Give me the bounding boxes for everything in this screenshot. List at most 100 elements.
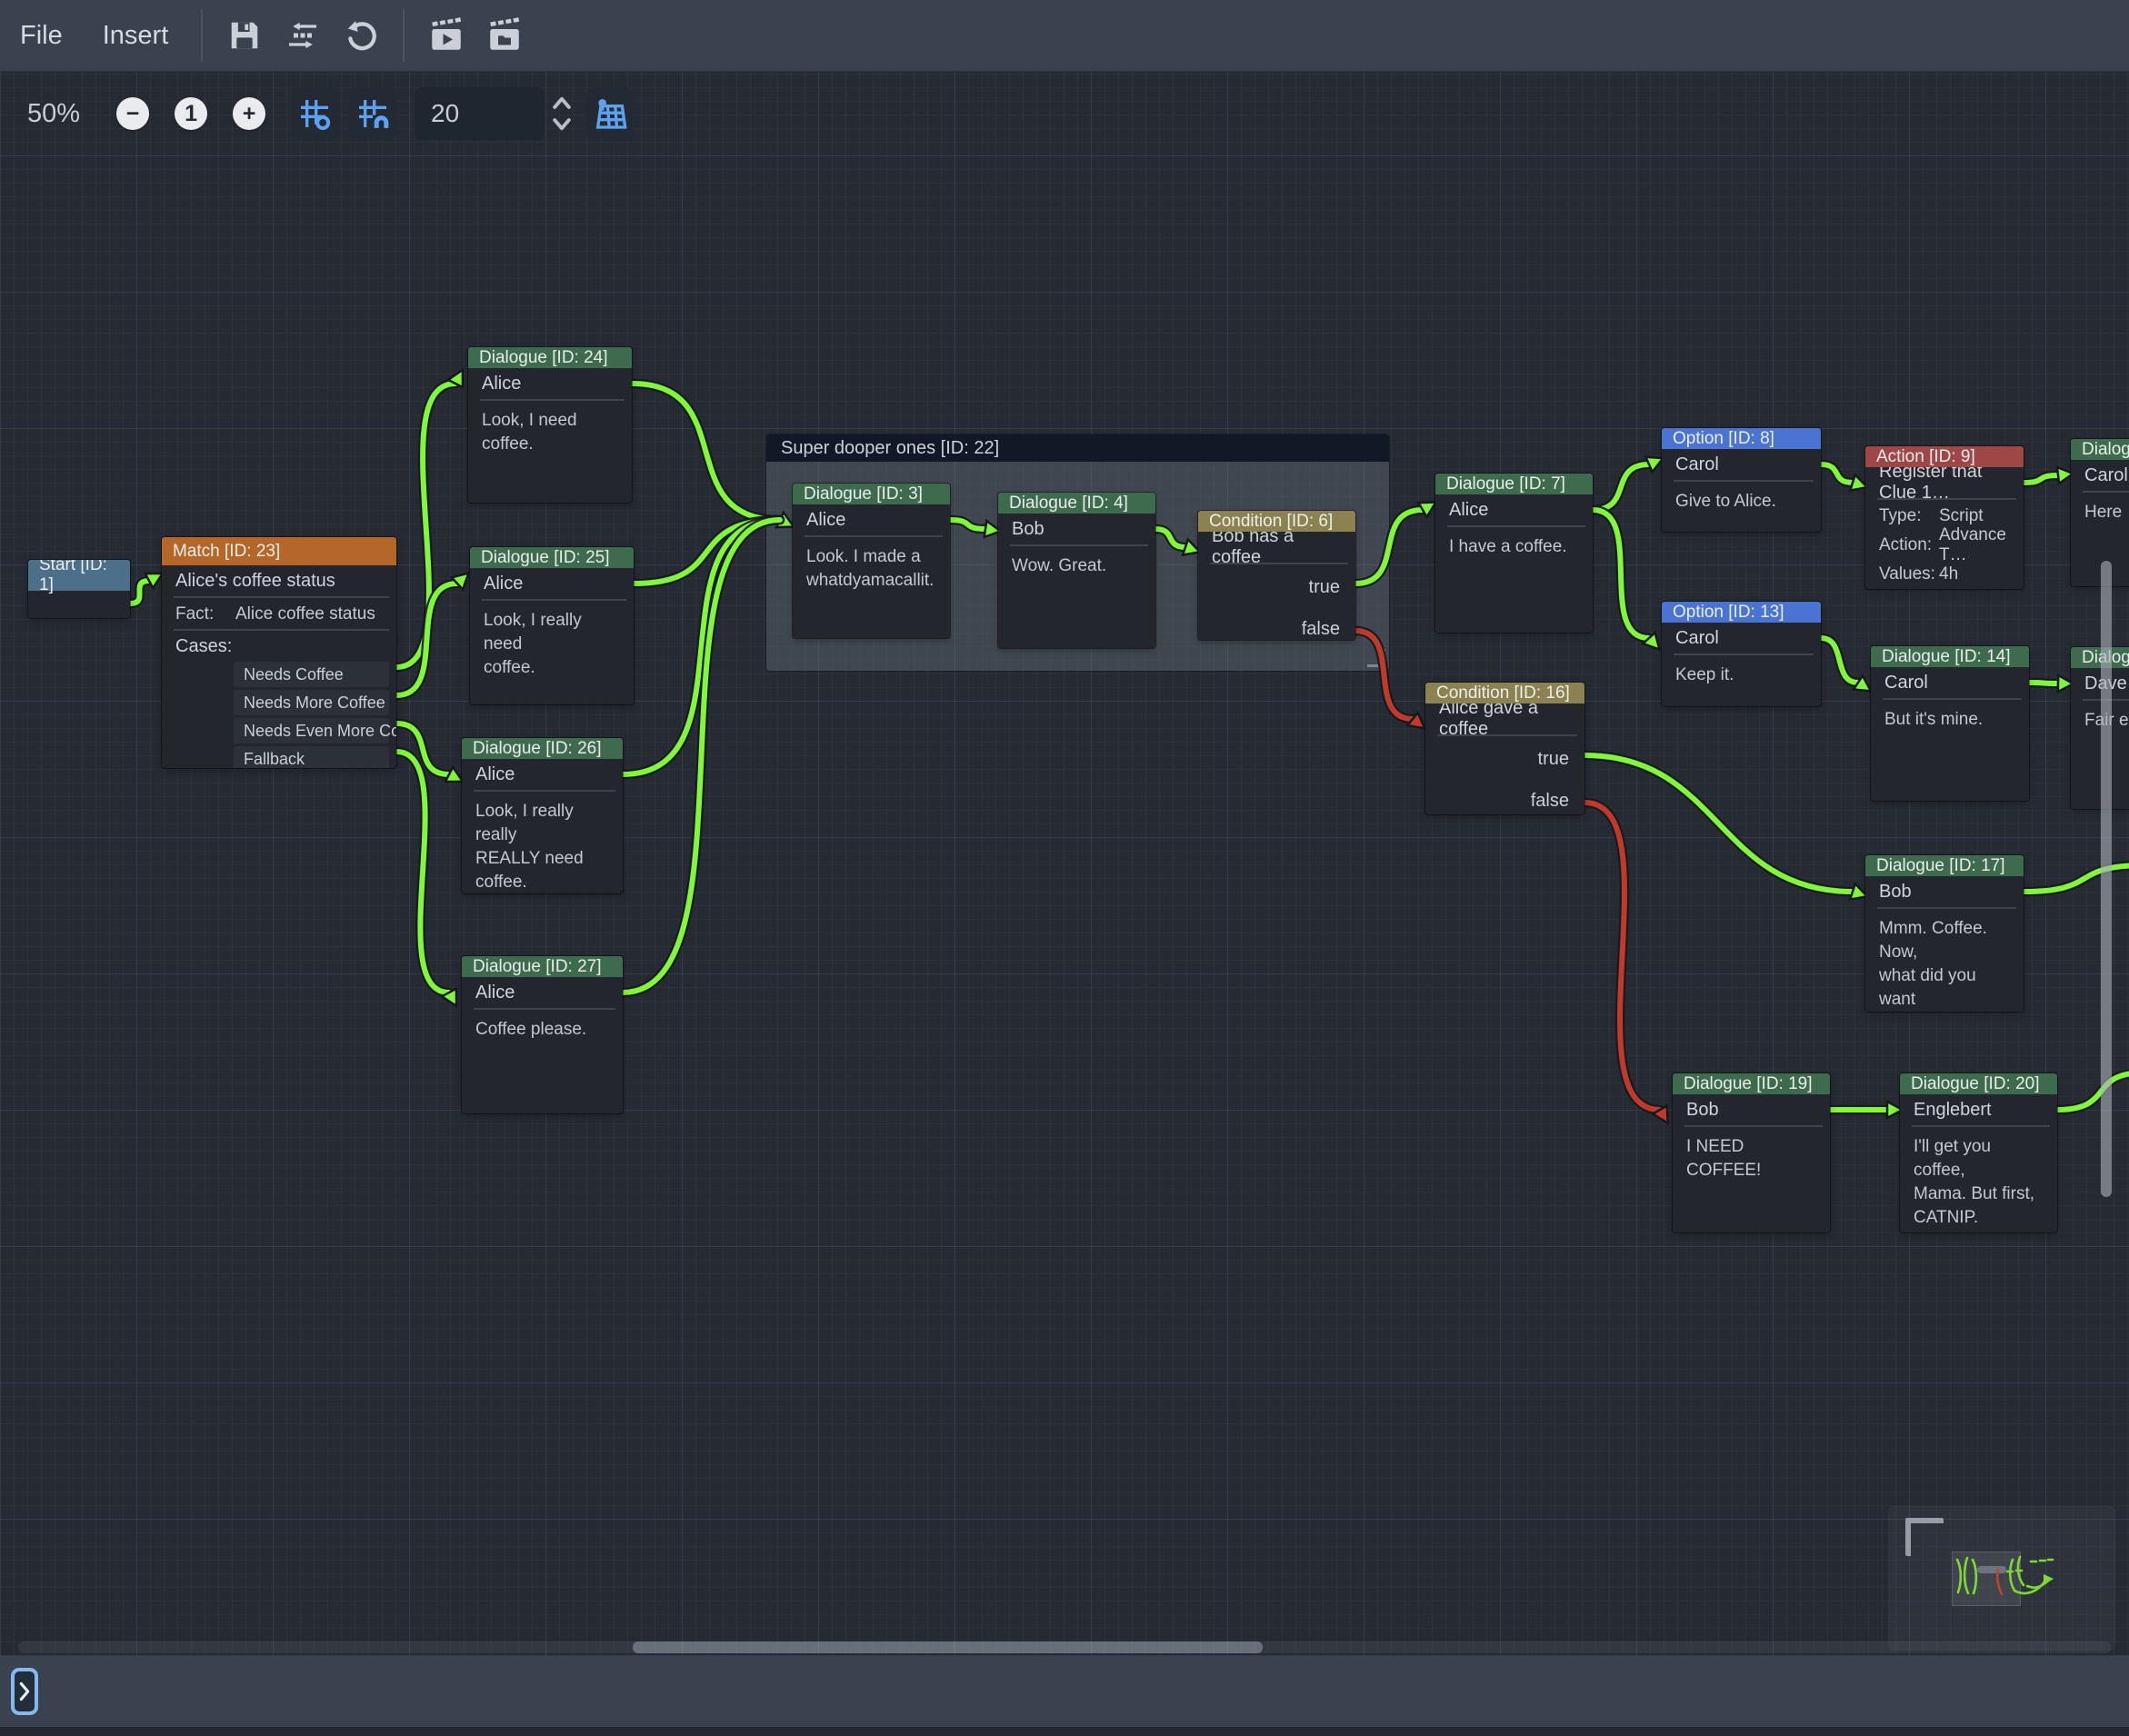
wire-dialogue-27-to-dialogue-3[interactable] (623, 520, 780, 993)
wire-match-23/fallback-to-dialogue-27[interactable] (396, 752, 449, 993)
wire-dialogue-26-to-dialogue-3[interactable] (623, 520, 780, 774)
wire-start-1-to-match-23[interactable] (130, 581, 149, 604)
match-case-needs-even-more-coffee[interactable]: Needs Even More Coffee (234, 718, 389, 743)
graph-node-option-13[interactable]: Option [ID: 13]CarolKeep it. (1662, 602, 1821, 706)
wire-dialogue-25-to-dialogue-3[interactable] (634, 520, 780, 584)
graph-node-dialogue-14[interactable]: Dialogue [ID: 14]CarolBut it's mine. (1871, 646, 2029, 801)
wire-dialogue-20-to-offscreen-right[interactable] (2057, 1073, 2129, 1110)
wire-dialogue-26-to-dialogue-3[interactable] (623, 520, 780, 774)
graph-node-dialogue-20[interactable]: Dialogue [ID: 20]EnglebertI'll get you c… (1900, 1073, 2057, 1232)
snap-spinner[interactable] (550, 94, 574, 134)
graph-node-option-8[interactable]: Option [ID: 8]CarolGive to Alice. (1662, 428, 1821, 532)
wire-dialogue-7-to-option-13[interactable] (1593, 510, 1649, 638)
wire-match-23/fallback-to-dialogue-27[interactable] (396, 752, 449, 993)
graph-node-condition-16[interactable]: Condition [ID: 16]Alice gave a coffeetru… (1425, 683, 1584, 814)
test-dialogue-icon[interactable] (421, 10, 472, 61)
vertical-scrollbar-thumb[interactable] (2101, 561, 2112, 1197)
node-header-start-1[interactable]: Start [ID: 1] (28, 560, 130, 591)
node-header-dialogue-3[interactable]: Dialogue [ID: 3] (793, 484, 950, 504)
node-header-match-23[interactable]: Match [ID: 23] (162, 537, 396, 565)
node-header-condition-6[interactable]: Condition [ID: 6] (1198, 511, 1355, 532)
node-header-option-8[interactable]: Option [ID: 8] (1662, 428, 1821, 449)
minimap-panel[interactable] (1889, 1507, 2114, 1650)
translations-icon[interactable] (277, 10, 328, 61)
graph-node-start-1[interactable]: Start [ID: 1] (28, 560, 130, 618)
wire-match-23/needs-more-coffee-to-dialogue-25[interactable] (396, 584, 457, 695)
node-header-dialogue-25[interactable]: Dialogue [ID: 25] (470, 547, 634, 568)
wire-dialogue-7-to-option-13[interactable] (1593, 510, 1649, 638)
snap-grid-toggle[interactable] (291, 87, 338, 140)
wire-condition-16/true-to-dialogue-17[interactable] (1584, 755, 1853, 892)
graph-node-dialogue-4[interactable]: Dialogue [ID: 4]BobWow. Great. (998, 493, 1155, 648)
wire-option-8-to-action-9[interactable] (1821, 464, 1853, 483)
node-header-dialogue-right-b[interactable]: Dialog (2071, 647, 2129, 668)
graph-node-dialogue-right-a[interactable]: DialogCarolHere (2071, 439, 2129, 586)
wire-dialogue-17-to-offscreen-right[interactable] (2024, 865, 2129, 892)
node-row-out-false[interactable]: false (1425, 787, 1584, 814)
group-resize-handle[interactable] (1367, 649, 1385, 667)
wire-dialogue-24-to-dialogue-3[interactable] (632, 384, 780, 520)
zoom-in-button[interactable]: + (233, 97, 265, 130)
graph-node-dialogue-19[interactable]: Dialogue [ID: 19]BobI NEED COFFEE! (1673, 1073, 1830, 1232)
match-case-needs-coffee[interactable]: Needs Coffee (234, 662, 389, 687)
menu-insert[interactable]: Insert (83, 0, 189, 71)
wire-condition-16/true-to-dialogue-17[interactable] (1584, 755, 1853, 892)
graph-node-dialogue-24[interactable]: Dialogue [ID: 24]AliceLook, I need coffe… (468, 347, 632, 503)
wire-dialogue-20-to-offscreen-right[interactable] (2057, 1073, 2129, 1110)
node-header-dialogue-17[interactable]: Dialogue [ID: 17] (1865, 855, 2024, 876)
node-header-dialogue-14[interactable]: Dialogue [ID: 14] (1871, 646, 2029, 667)
match-case-needs-more-coffee[interactable]: Needs More Coffee (234, 690, 389, 715)
wire-match-23/needs-coffee-to-dialogue-24[interactable] (396, 384, 455, 667)
node-header-dialogue-4[interactable]: Dialogue [ID: 4] (998, 493, 1155, 514)
node-header-action-9[interactable]: Action [ID: 9] (1865, 446, 2024, 467)
wire-dialogue-24-to-dialogue-3[interactable] (632, 384, 780, 520)
side-panel-toggle-button[interactable] (11, 1668, 38, 1715)
node-header-dialogue-19[interactable]: Dialogue [ID: 19] (1673, 1073, 1830, 1094)
match-case-fallback[interactable]: Fallback (234, 746, 389, 768)
wire-option-13-to-dialogue-14[interactable] (1821, 638, 1858, 683)
graph-node-dialogue-17[interactable]: Dialogue [ID: 17]BobMmm. Coffee. Now, wh… (1865, 855, 2024, 1012)
graph-canvas[interactable]: 50% − 1 + (0, 71, 2129, 1656)
wire-option-8-to-action-9[interactable] (1821, 464, 1853, 483)
wire-dialogue-25-to-dialogue-3[interactable] (634, 520, 780, 584)
graph-node-condition-6[interactable]: Condition [ID: 6]Bob has a coffeetruefal… (1198, 511, 1355, 640)
graph-node-dialogue-3[interactable]: Dialogue [ID: 3]AliceLook. I made a what… (793, 484, 950, 638)
horizontal-scrollbar-thumb[interactable] (633, 1641, 1263, 1653)
wire-action-9-to-dialogue-right-a[interactable] (2024, 475, 2058, 483)
node-row-out-false[interactable]: false (1198, 615, 1355, 640)
wire-action-9-to-dialogue-right-a[interactable] (2024, 475, 2058, 483)
dialogue-folder-icon[interactable] (479, 10, 530, 61)
undo-icon[interactable] (335, 10, 386, 61)
graph-node-dialogue-26[interactable]: Dialogue [ID: 26]AliceLook, I really rea… (462, 738, 623, 893)
minimap-viewport[interactable] (1953, 1552, 2020, 1605)
graph-node-dialogue-27[interactable]: Dialogue [ID: 27]AliceCoffee please. (462, 956, 623, 1113)
wire-dialogue-7-to-option-8[interactable] (1593, 464, 1649, 510)
graph-node-action-9[interactable]: Action [ID: 9]Register that Clue 1…Type:… (1865, 446, 2024, 589)
menu-file[interactable]: File (0, 0, 83, 71)
wire-dialogue-27-to-dialogue-3[interactable] (623, 520, 780, 993)
snap-guides-toggle[interactable] (349, 87, 396, 140)
node-header-dialogue-20[interactable]: Dialogue [ID: 20] (1900, 1073, 2057, 1094)
wire-condition-16/false-to-dialogue-19[interactable] (1584, 803, 1660, 1110)
node-header-dialogue-right-a[interactable]: Dialog (2071, 439, 2129, 460)
zoom-out-button[interactable]: − (116, 97, 149, 130)
graph-node-match-23[interactable]: Match [ID: 23]Alice's coffee statusFact:… (162, 537, 396, 768)
node-header-dialogue-24[interactable]: Dialogue [ID: 24] (468, 347, 632, 368)
wire-match-23/needs-even-more-coffee-to-dialogue-26[interactable] (396, 723, 449, 774)
graph-node-dialogue-right-b[interactable]: DialogDaveFair e (2071, 647, 2129, 809)
node-header-option-13[interactable]: Option [ID: 13] (1662, 602, 1821, 623)
node-header-dialogue-7[interactable]: Dialogue [ID: 7] (1435, 474, 1593, 494)
wire-option-13-to-dialogue-14[interactable] (1821, 638, 1858, 683)
wire-dialogue-7-to-option-8[interactable] (1593, 464, 1649, 510)
node-header-condition-16[interactable]: Condition [ID: 16] (1425, 683, 1584, 703)
wire-condition-16/false-to-dialogue-19[interactable] (1584, 803, 1660, 1110)
graph-node-dialogue-25[interactable]: Dialogue [ID: 25]AliceLook, I really nee… (470, 547, 634, 704)
snap-distance-input[interactable] (415, 87, 545, 140)
wire-dialogue-17-to-offscreen-right[interactable] (2024, 865, 2129, 892)
graph-node-dialogue-7[interactable]: Dialogue [ID: 7]AliceI have a coffee. (1435, 474, 1593, 633)
save-icon[interactable] (219, 10, 270, 61)
wire-match-23/needs-coffee-to-dialogue-24[interactable] (396, 384, 455, 667)
zoom-reset-button[interactable]: 1 (175, 97, 207, 130)
node-row-out-true[interactable]: true (1425, 745, 1584, 773)
node-row-out-true[interactable]: true (1198, 574, 1355, 601)
